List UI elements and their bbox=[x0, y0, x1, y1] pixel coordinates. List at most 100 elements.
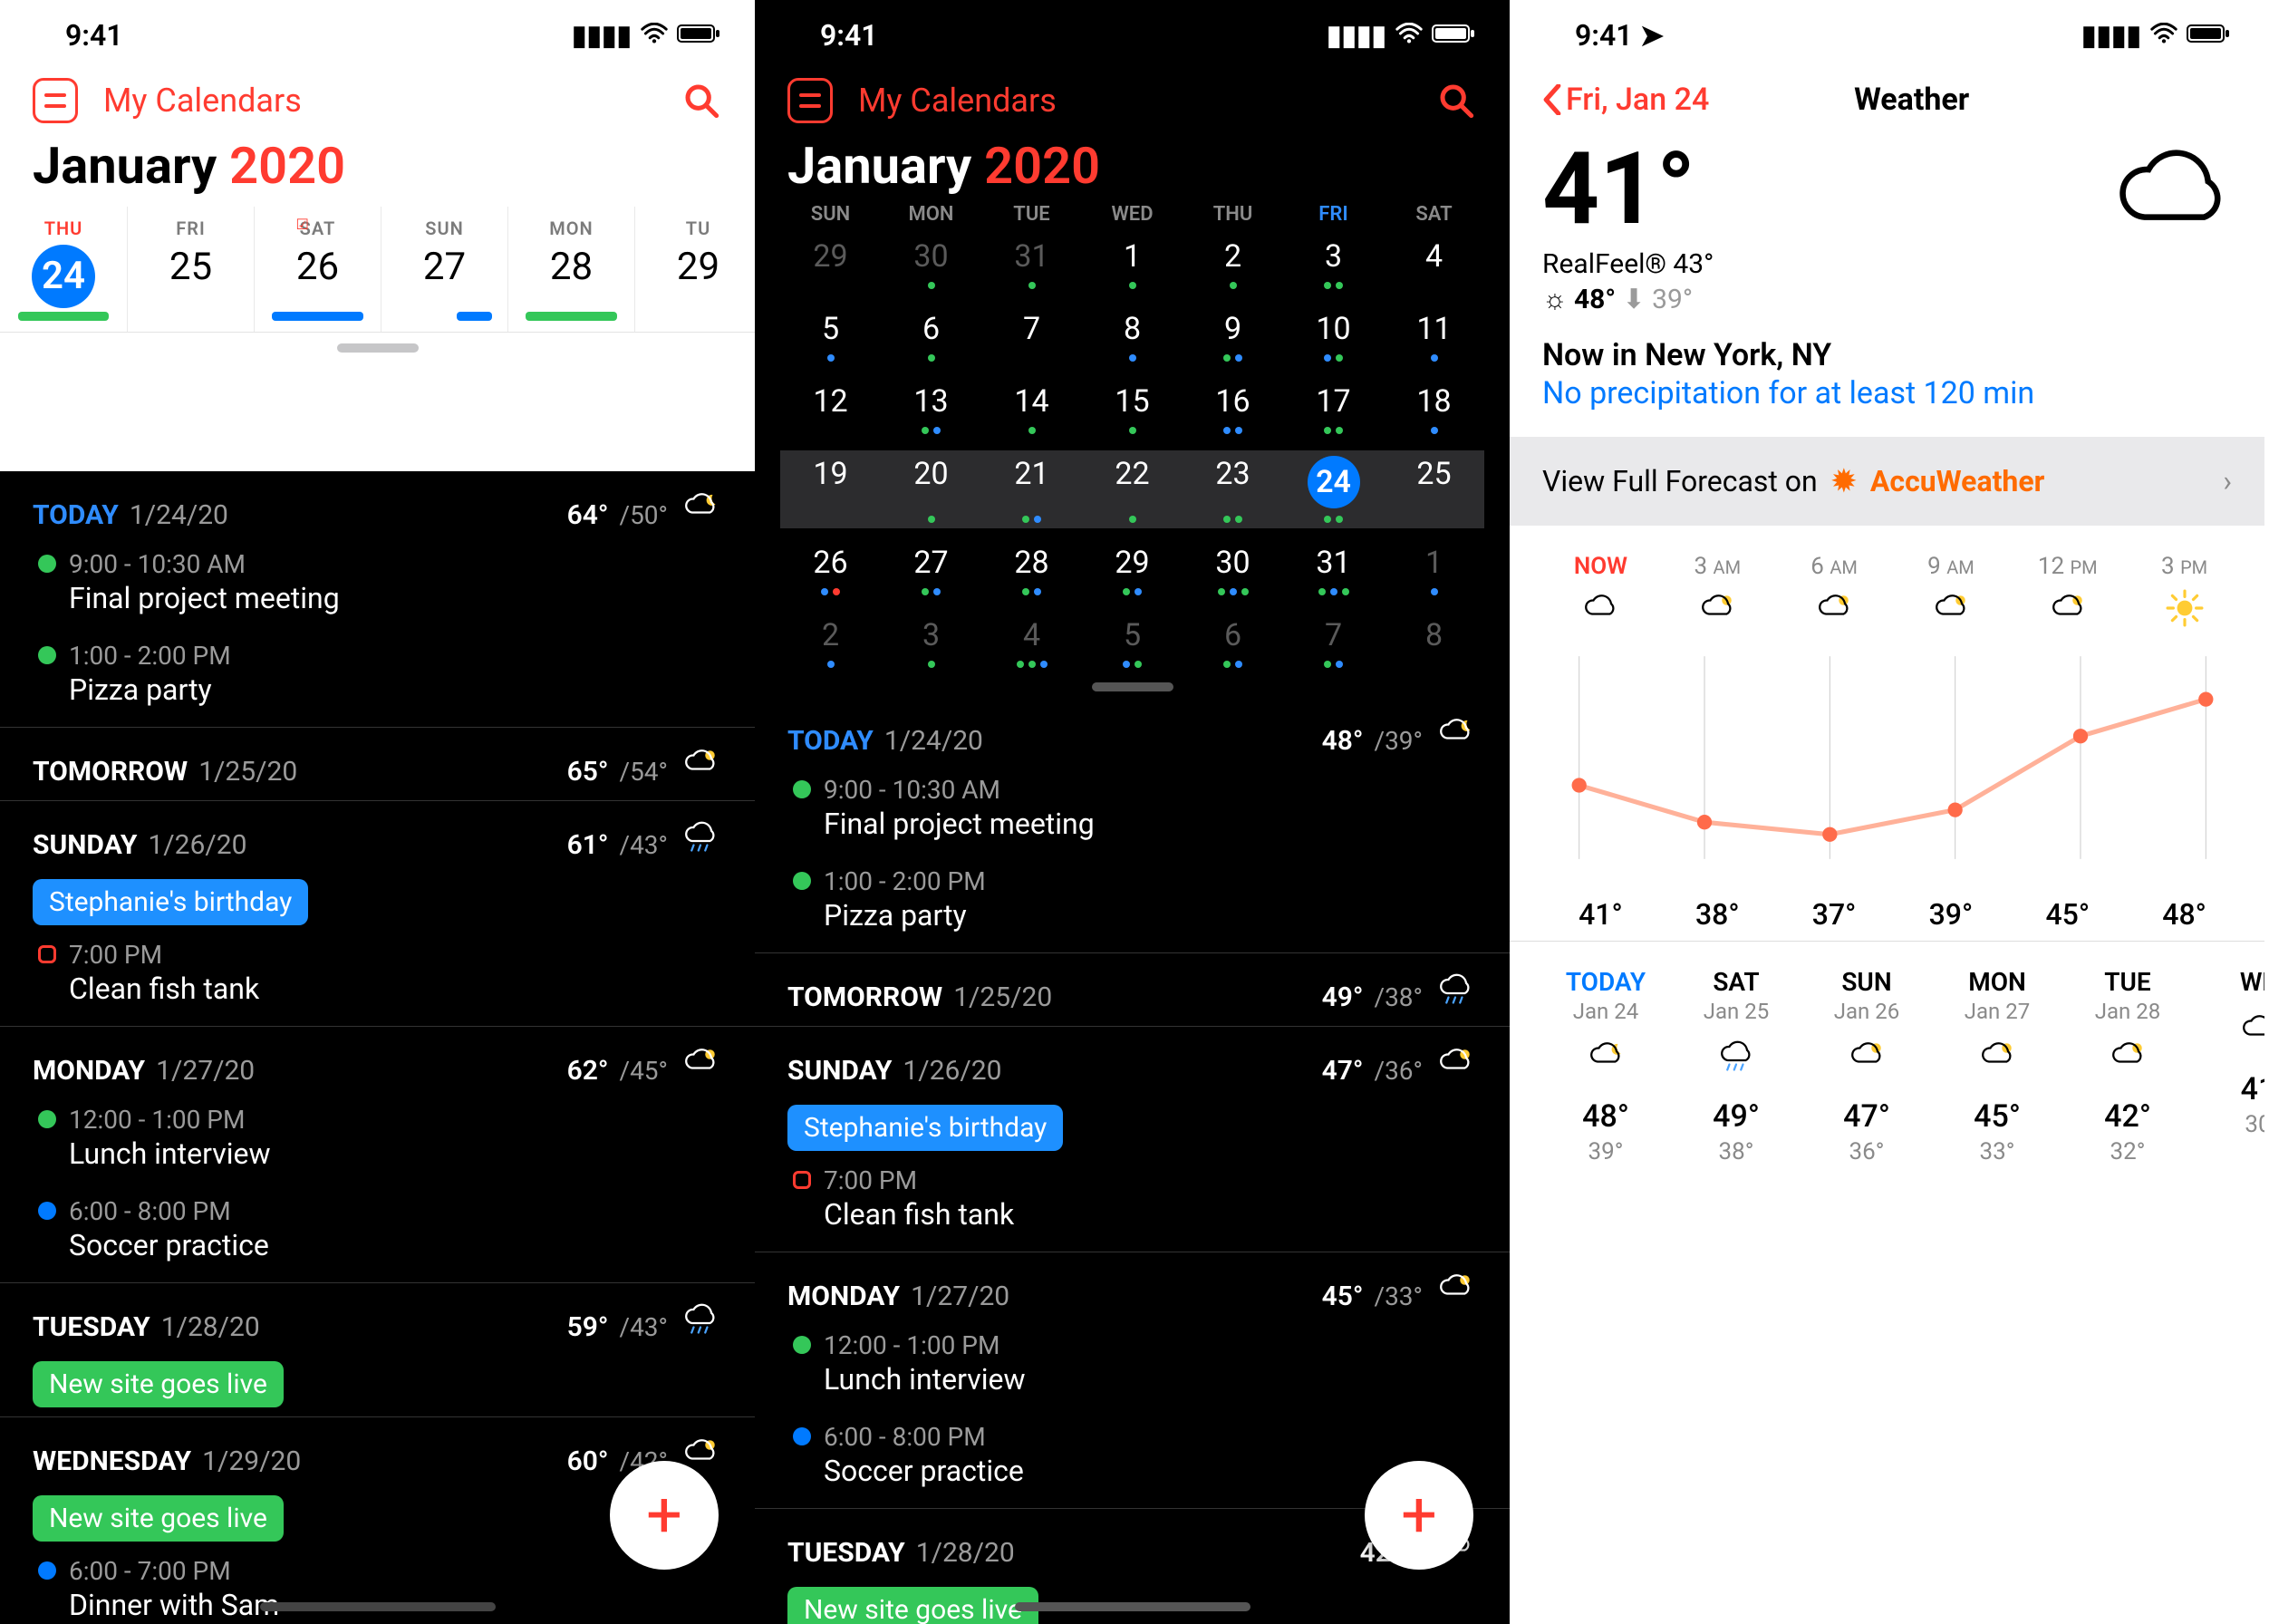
agenda-section-header[interactable]: SUNDAY 1/26/20 47°/36° bbox=[755, 1026, 1510, 1099]
drag-handle[interactable] bbox=[337, 343, 419, 353]
calendar-day[interactable]: 4 bbox=[981, 612, 1082, 673]
calendar-day[interactable]: 3 bbox=[881, 612, 981, 673]
agenda-section-header[interactable]: TOMORROW 1/25/20 49°/38° bbox=[755, 952, 1510, 1026]
day-cell[interactable]: ☑SAT 26 bbox=[254, 207, 381, 332]
menu-icon[interactable] bbox=[787, 78, 833, 123]
event-item[interactable]: 7:00 PM Clean fish tank bbox=[755, 1160, 1510, 1252]
calendar-day[interactable]: 8 bbox=[1384, 612, 1484, 673]
all-day-event-badge[interactable]: Stephanie's birthday bbox=[33, 879, 308, 925]
calendar-day[interactable]: 13 bbox=[881, 378, 981, 440]
add-event-button[interactable]: + bbox=[1365, 1461, 1473, 1570]
calendar-day[interactable]: 11 bbox=[1384, 305, 1484, 367]
calendar-day[interactable]: 31 bbox=[1283, 539, 1384, 601]
home-indicator[interactable] bbox=[1015, 1602, 1250, 1611]
event-item[interactable]: 1:00 - 2:00 PM Pizza party bbox=[0, 635, 755, 727]
calendar-day[interactable]: 7 bbox=[981, 305, 1082, 367]
calendar-day[interactable]: 30 bbox=[1183, 539, 1283, 601]
all-day-event-badge[interactable]: New site goes live bbox=[787, 1587, 1038, 1624]
daily-forecast-day[interactable]: SUN Jan 26 47° 36° bbox=[1803, 967, 1930, 1165]
calendar-day[interactable]: 12 bbox=[780, 378, 881, 440]
agenda-section-header[interactable]: TODAY 1/24/20 48°/39° bbox=[755, 697, 1510, 769]
calendar-day[interactable]: 5 bbox=[1082, 612, 1183, 673]
event-item[interactable]: 7:00 PM Clean fish tank bbox=[0, 934, 755, 1026]
calendar-day[interactable]: 26 bbox=[780, 539, 881, 601]
daily-forecast-day[interactable]: TUE Jan 28 42° 32° bbox=[2064, 967, 2191, 1165]
calendar-day[interactable]: 30 bbox=[881, 233, 981, 295]
calendar-day[interactable]: 23 bbox=[1183, 450, 1283, 528]
calendar-day[interactable]: 25 bbox=[1384, 450, 1484, 528]
add-event-button[interactable]: + bbox=[610, 1461, 719, 1570]
agenda-list[interactable]: TODAY 1/24/20 64°/50° 9:00 - 10:30 AM Fi… bbox=[0, 471, 755, 1624]
daily-forecast-day[interactable]: SAT Jan 25 49° 38° bbox=[1673, 967, 1800, 1165]
calendar-day[interactable]: 19 bbox=[780, 450, 881, 528]
daily-forecast-day[interactable]: MON Jan 27 45° 33° bbox=[1934, 967, 2061, 1165]
month-grid[interactable]: SUNMONTUEWEDTHUFRISAT 293031123456789101… bbox=[755, 203, 1510, 673]
calendar-day[interactable]: 20 bbox=[881, 450, 981, 528]
calendar-day[interactable]: 1 bbox=[1384, 539, 1484, 601]
event-item[interactable]: 6:00 - 8:00 PM Soccer practice bbox=[0, 1191, 755, 1282]
day-cell[interactable]: MON 28 bbox=[507, 207, 634, 332]
day-weather-icon bbox=[1542, 1037, 1669, 1086]
agenda-section-header[interactable]: SUNDAY 1/26/20 61°/43° bbox=[0, 800, 755, 874]
event-item[interactable]: 9:00 - 10:30 AM Final project meeting bbox=[755, 769, 1510, 861]
week-strip[interactable]: THU 24FRI 25☑SAT 26SUN 27MON 28TU 29 bbox=[0, 207, 755, 333]
all-day-event-badge[interactable]: New site goes live bbox=[33, 1361, 284, 1407]
hourly-forecast[interactable]: NOW3 AM6 AM9 AM12 PM3 PM 41°38°37°39°45°… bbox=[1510, 526, 2264, 941]
month-title[interactable]: January 2020 bbox=[755, 127, 1510, 203]
calendar-day[interactable]: 9 bbox=[1183, 305, 1283, 367]
all-day-event-badge[interactable]: Stephanie's birthday bbox=[787, 1105, 1063, 1151]
calendar-day[interactable]: 18 bbox=[1384, 378, 1484, 440]
day-cell[interactable]: TU 29 bbox=[634, 207, 755, 332]
view-full-forecast-button[interactable]: View Full Forecast on ✹ AccuWeather › bbox=[1510, 437, 2264, 526]
calendar-day[interactable]: 8 bbox=[1082, 305, 1183, 367]
day-cell[interactable]: SUN 27 bbox=[381, 207, 507, 332]
event-item[interactable]: 1:00 - 2:00 PM Pizza party bbox=[755, 861, 1510, 952]
agenda-section-header[interactable]: MONDAY 1/27/20 62°/45° bbox=[0, 1026, 755, 1099]
calendar-day[interactable]: 21 bbox=[981, 450, 1082, 528]
event-item[interactable]: 12:00 - 1:00 PM Lunch interview bbox=[0, 1099, 755, 1191]
calendar-selector[interactable]: My Calendars bbox=[858, 82, 1410, 120]
calendar-day[interactable]: 15 bbox=[1082, 378, 1183, 440]
calendar-day[interactable]: 7 bbox=[1283, 612, 1384, 673]
calendar-day[interactable]: 16 bbox=[1183, 378, 1283, 440]
wifi-icon bbox=[641, 20, 668, 52]
calendar-day[interactable]: 5 bbox=[780, 305, 881, 367]
all-day-event-badge[interactable]: New site goes live bbox=[33, 1495, 284, 1542]
search-icon[interactable] bbox=[1435, 80, 1477, 121]
agenda-section-header[interactable]: MONDAY 1/27/20 45°/33° bbox=[755, 1252, 1510, 1325]
event-item[interactable]: 12:00 - 1:00 PM Lunch interview bbox=[755, 1325, 1510, 1416]
calendar-day[interactable]: 31 bbox=[981, 233, 1082, 295]
daily-forecast[interactable]: TODAY Jan 24 48° 39°SAT Jan 25 49° 38°SU… bbox=[1510, 941, 2264, 1165]
calendar-day[interactable]: 29 bbox=[1082, 539, 1183, 601]
calendar-day[interactable]: 6 bbox=[1183, 612, 1283, 673]
menu-icon[interactable] bbox=[33, 78, 78, 123]
calendar-day[interactable]: 1 bbox=[1082, 233, 1183, 295]
daily-forecast-day[interactable]: TODAY Jan 24 48° 39° bbox=[1542, 967, 1669, 1165]
calendar-day[interactable]: 14 bbox=[981, 378, 1082, 440]
calendar-day[interactable]: 2 bbox=[780, 612, 881, 673]
agenda-section-header[interactable]: TOMORROW 1/25/20 65°/54° bbox=[0, 727, 755, 800]
month-title[interactable]: January 2020 bbox=[0, 127, 755, 203]
calendar-day[interactable]: 28 bbox=[981, 539, 1082, 601]
home-indicator[interactable] bbox=[260, 1602, 496, 1611]
calendar-day[interactable]: 10 bbox=[1283, 305, 1384, 367]
calendar-day[interactable]: 27 bbox=[881, 539, 981, 601]
calendar-day[interactable]: 6 bbox=[881, 305, 981, 367]
day-cell[interactable]: THU 24 bbox=[0, 207, 127, 332]
calendar-day[interactable]: 24 bbox=[1283, 450, 1384, 528]
calendar-day[interactable]: 29 bbox=[780, 233, 881, 295]
calendar-day[interactable]: 3 bbox=[1283, 233, 1384, 295]
precip-message[interactable]: No precipitation for at least 120 min bbox=[1510, 375, 2264, 437]
search-icon[interactable] bbox=[681, 80, 722, 121]
day-cell[interactable]: FRI 25 bbox=[127, 207, 254, 332]
event-item[interactable]: 9:00 - 10:30 AM Final project meeting bbox=[0, 544, 755, 635]
calendar-day[interactable]: 17 bbox=[1283, 378, 1384, 440]
calendar-day[interactable]: 2 bbox=[1183, 233, 1283, 295]
calendar-day[interactable]: 4 bbox=[1384, 233, 1484, 295]
agenda-section-header[interactable]: TUESDAY 1/28/20 59°/43° bbox=[0, 1282, 755, 1356]
daily-forecast-day[interactable]: WE 41 30 bbox=[2195, 967, 2264, 1165]
drag-handle[interactable] bbox=[1092, 682, 1173, 691]
calendar-day[interactable]: 22 bbox=[1082, 450, 1183, 528]
agenda-section-header[interactable]: TODAY 1/24/20 64°/50° bbox=[0, 471, 755, 544]
calendar-selector[interactable]: My Calendars bbox=[103, 82, 655, 120]
